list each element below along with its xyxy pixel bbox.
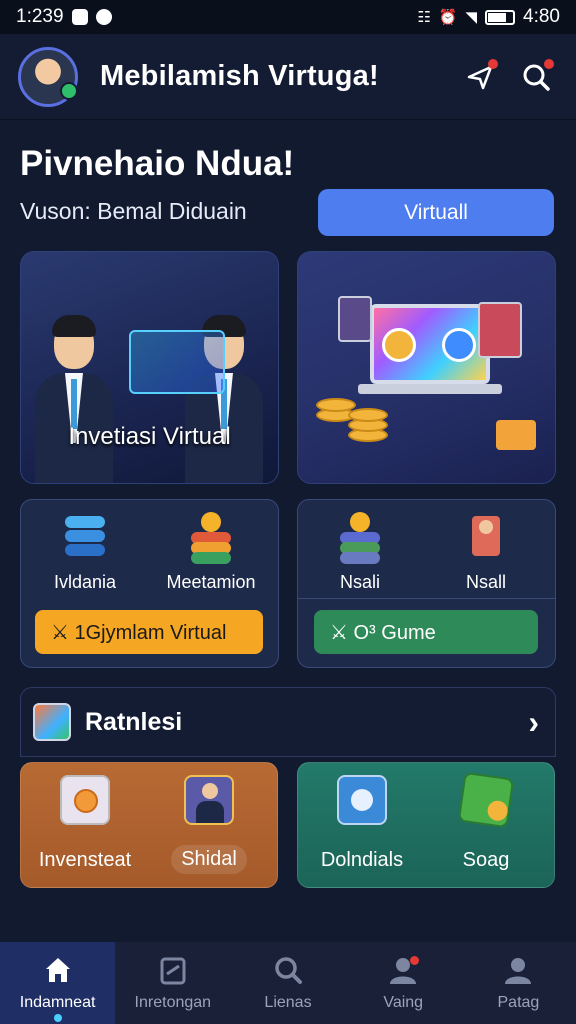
vibrate-icon: ☷ [417, 9, 431, 26]
active-tab-indicator [53, 1014, 62, 1022]
document-icon [337, 775, 387, 825]
tab-label: Lienas [264, 994, 312, 1011]
profile-icon [505, 958, 532, 984]
tile-item[interactable]: Invensteat [25, 775, 145, 872]
tab-label: Patag [497, 994, 540, 1011]
feature-panel-right: Nsali Nsall ⚔ O³ Gume [297, 499, 556, 668]
hero-card-label: Invetiasi Virtual [68, 423, 231, 450]
feature-label: Ivldania [53, 572, 117, 592]
send-button[interactable] [458, 55, 502, 99]
cube-icon [457, 771, 515, 829]
sun-stack-icon [187, 512, 235, 564]
battery-icon [485, 9, 516, 25]
avatar[interactable] [18, 46, 78, 107]
feature-label: Nsali [339, 572, 380, 592]
tab-integration[interactable]: Inretongan [115, 942, 230, 1024]
tab-label: Vaing [383, 994, 424, 1011]
alarm-icon: ⏰ [438, 9, 458, 26]
person-card-icon [184, 775, 234, 825]
section-title: Ratnlesi [85, 707, 183, 736]
app-title: Mebilamish Virtuga! [100, 60, 379, 92]
laptop-base [358, 384, 502, 394]
virtual-button[interactable]: Virtuall [318, 189, 554, 236]
stack-icon [61, 512, 109, 560]
game-action-button[interactable]: ⚔ O³ Gume [314, 610, 538, 654]
search-alert-dot [544, 58, 554, 69]
person-card-icon [478, 302, 522, 358]
virtual-action-button[interactable]: ⚔ 1Gjymlam Virtual [35, 610, 263, 654]
window-card-icon [338, 296, 372, 342]
chevron-right-icon[interactable]: › [528, 704, 543, 741]
hero-card-investment[interactable]: Invetiasi Virtual [20, 251, 279, 484]
tab-label: Inretongan [134, 994, 212, 1011]
feature-item[interactable]: Meetamion [151, 512, 271, 593]
section-header[interactable]: Ratnlesi › [20, 687, 556, 757]
tab-user[interactable]: Vaing [346, 942, 461, 1024]
page-subtitle: Vuson: Bemal Diduain [20, 198, 247, 224]
tab-search[interactable]: Lienas [230, 942, 345, 1024]
home-icon [45, 958, 70, 982]
search-button[interactable] [514, 55, 558, 99]
notification-dot [409, 956, 419, 965]
businessman-illustration [35, 293, 113, 483]
hologram-screen-icon [129, 330, 225, 394]
tile-label: Shidal [171, 845, 247, 874]
wifi-icon: ◥ [465, 9, 478, 26]
feature-label: Meetamion [166, 572, 256, 592]
clipboard-icon [160, 957, 186, 985]
feature-label: Nsall [465, 572, 506, 592]
coin-card-icon [60, 775, 110, 825]
hero-card-finance[interactable] [297, 251, 556, 484]
tile-item[interactable]: Shidal [149, 775, 269, 874]
coin-icon [316, 398, 356, 412]
tile-item[interactable]: Dolndials [302, 775, 422, 872]
tile-investment: Invensteat Shidal [20, 762, 278, 888]
check-coin-icon [382, 328, 416, 362]
chart-box-icon [496, 420, 536, 450]
feature-panel-left: Ivldania Meetamion ⚔ 1Gjymlam Virtual [20, 499, 279, 668]
status-clock: 4:80 [523, 6, 560, 27]
status-time: 1:239 [16, 6, 64, 27]
tile-label: Dolndials [320, 849, 404, 871]
sun-stack-icon [336, 512, 384, 564]
send-alert-dot [488, 58, 498, 69]
search-icon [275, 957, 302, 984]
palette-icon [33, 703, 71, 741]
tile-documents: Dolndials Soag [297, 762, 555, 888]
online-badge [60, 81, 78, 100]
tile-item[interactable]: Soag [426, 771, 546, 872]
tab-home[interactable]: Indamneat [0, 942, 116, 1024]
app-bar: Mebilamish Virtuga! [0, 34, 576, 120]
panel-divider [298, 598, 555, 599]
status-bar: 1:239 ☷ ⏰ ◥ 4:80 [0, 0, 576, 34]
feature-item[interactable]: Ivldania [25, 512, 145, 593]
bottom-tab-bar: Indamneat Inretongan Lienas Vaing Patag [0, 942, 576, 1024]
coin-icon [348, 408, 388, 422]
feature-item[interactable]: Nsali [300, 512, 420, 593]
tab-profile[interactable]: Patag [461, 942, 576, 1024]
tile-label: Soag [462, 849, 510, 871]
feature-item[interactable]: Nsall [426, 512, 546, 593]
app-notification-icon [95, 9, 112, 25]
page-title: Pivnehaio Ndua! [20, 144, 295, 183]
tile-label: Invensteat [38, 849, 132, 871]
laptop-icon [370, 304, 490, 384]
notification-icon [71, 9, 88, 25]
person-card-icon [462, 512, 510, 560]
tab-label: Indamneat [19, 994, 96, 1011]
check-badge-icon [442, 328, 476, 362]
